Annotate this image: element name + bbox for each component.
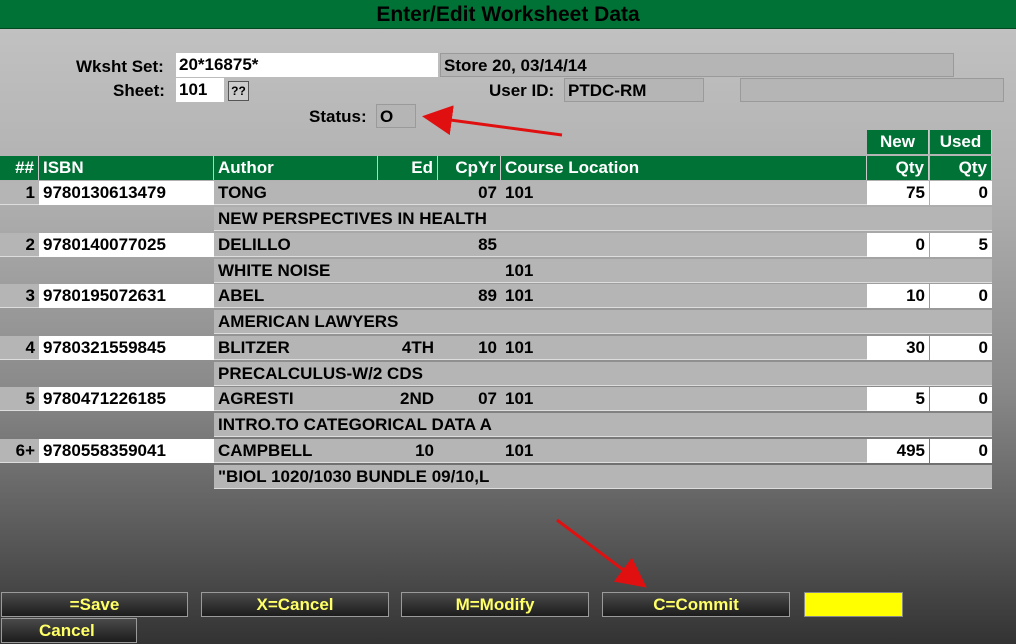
author-cell: ABEL [214,284,378,308]
author-cell: TONG [214,181,378,205]
qty-new-input[interactable]: 10 [867,284,929,308]
isbn-input[interactable]: 9780321559845 [39,336,214,360]
col-header-num: ## [0,156,39,180]
new-group-header: New [867,130,929,154]
copyright-year-cell: 85 [438,233,501,257]
qty-spacer-cell [867,207,992,231]
row-number: 3 [0,284,39,308]
status-value: O [376,104,416,128]
title-cell: AMERICAN LAWYERS [214,310,501,334]
modify-button[interactable]: M=Modify [401,592,589,617]
author-cell: AGRESTI [214,387,378,411]
row-number: 4 [0,336,39,360]
isbn-input[interactable]: 9780130613479 [39,181,214,205]
qty-used-input[interactable]: 0 [930,336,992,360]
user-name-field [740,78,1004,102]
qty-spacer-cell [867,465,992,489]
sheet-label: Sheet: [113,81,165,100]
row-number: 1 [0,181,39,205]
course-location-cell [501,233,867,257]
isbn-input[interactable]: 9780195072631 [39,284,214,308]
edition-cell: 10 [378,439,438,463]
cancel-x-button[interactable]: X=Cancel [201,592,389,617]
col-header-qty-used: Qty [930,156,992,180]
wksht-set-label: Wksht Set: [76,57,164,76]
title-cell: "BIOL 1020/1030 BUNDLE 09/10,L [214,465,501,489]
highlight-key-box[interactable] [804,592,903,617]
qty-used-input[interactable]: 0 [930,181,992,205]
col-header-course: Course Location [501,156,867,180]
used-group-header: Used [930,130,992,154]
qty-used-input[interactable]: 0 [930,439,992,463]
title-course-cell: 101 [501,259,867,283]
course-location-cell: 101 [501,181,867,205]
wksht-set-input[interactable]: 20*16875* [176,53,438,77]
row-number: 6+ [0,439,39,463]
course-location-cell: 101 [501,387,867,411]
qty-spacer-cell [867,362,992,386]
qty-spacer-cell [867,310,992,334]
edition-cell [378,181,438,205]
commit-arrow [556,518,647,588]
col-header-isbn: ISBN [39,156,214,180]
copyright-year-cell: 07 [438,387,501,411]
author-cell: CAMPBELL [214,439,378,463]
title-course-cell [501,465,867,489]
save-button[interactable]: =Save [1,592,188,617]
col-header-qty-new: Qty [867,156,929,180]
author-cell: BLITZER [214,336,378,360]
title-cell: NEW PERSPECTIVES IN HEALTH [214,207,501,231]
course-location-cell: 101 [501,284,867,308]
qty-new-input[interactable]: 0 [867,233,929,257]
qty-new-input[interactable]: 495 [867,439,929,463]
title-cell: WHITE NOISE [214,259,501,283]
col-header-author: Author [214,156,378,180]
user-id-value: PTDC-RM [564,78,704,102]
status-arrow [422,105,563,137]
commit-button[interactable]: C=Commit [602,592,790,617]
sheet-lookup-button[interactable]: ?? [228,81,249,101]
qty-used-input[interactable]: 0 [930,387,992,411]
copyright-year-cell: 07 [438,181,501,205]
col-header-cpyr: CpYr [438,156,501,180]
edition-cell: 4TH [378,336,438,360]
copyright-year-cell: 89 [438,284,501,308]
course-location-cell: 101 [501,336,867,360]
row-number: 5 [0,387,39,411]
row-number: 2 [0,233,39,257]
user-id-label: User ID: [489,81,555,100]
copyright-year-cell: 10 [438,336,501,360]
qty-spacer-cell [867,259,992,283]
qty-new-input[interactable]: 75 [867,181,929,205]
course-location-cell: 101 [501,439,867,463]
col-header-ed: Ed [378,156,438,180]
edition-cell [378,233,438,257]
title-cell: PRECALCULUS-W/2 CDS [214,362,501,386]
qty-used-input[interactable]: 0 [930,284,992,308]
isbn-input[interactable]: 9780471226185 [39,387,214,411]
title-course-cell [501,362,867,386]
qty-new-input[interactable]: 5 [867,387,929,411]
window-title: Enter/Edit Worksheet Data [0,0,1016,29]
sheet-input[interactable]: 101 [176,78,224,102]
title-cell: INTRO.TO CATEGORICAL DATA A [214,413,501,437]
status-label: Status: [309,107,367,126]
cancel-button[interactable]: Cancel [1,618,137,643]
author-cell: DELILLO [214,233,378,257]
title-course-cell [501,310,867,334]
qty-used-input[interactable]: 5 [930,233,992,257]
qty-new-input[interactable]: 30 [867,336,929,360]
isbn-input[interactable]: 9780558359041 [39,439,214,463]
qty-spacer-cell [867,413,992,437]
title-course-cell [501,413,867,437]
isbn-input[interactable]: 9780140077025 [39,233,214,257]
copyright-year-cell [438,439,501,463]
edition-cell [378,284,438,308]
store-info: Store 20, 03/14/14 [440,53,954,77]
title-course-cell [501,207,867,231]
edition-cell: 2ND [378,387,438,411]
